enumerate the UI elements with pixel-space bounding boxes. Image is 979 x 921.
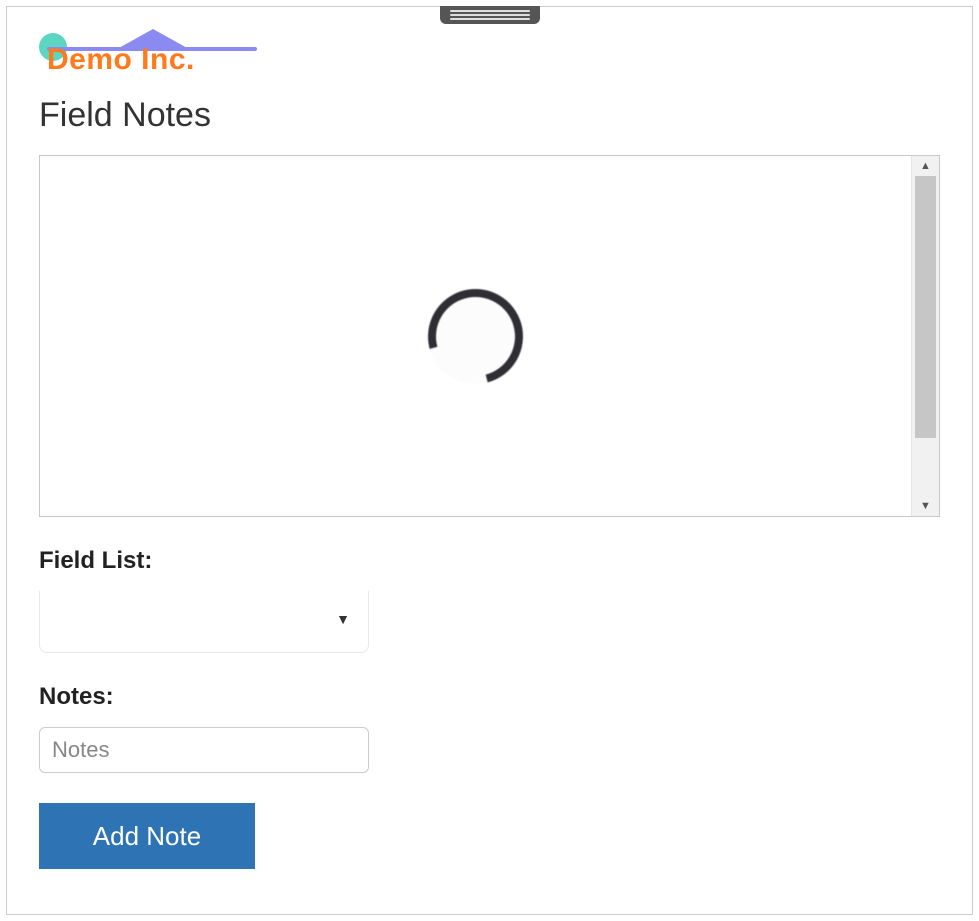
- field-list-label: Field List:: [39, 547, 940, 575]
- loading-spinner-icon: [411, 271, 541, 401]
- map-body[interactable]: [40, 156, 911, 516]
- drag-handle[interactable]: [440, 6, 540, 24]
- map-container: ▲ ▼: [39, 155, 940, 517]
- page-title: Field Notes: [39, 96, 940, 135]
- field-list-select[interactable]: ▼: [39, 591, 369, 653]
- content-area: Demo Inc. Field Notes ▲ ▼ Field List: ▼: [7, 7, 972, 899]
- drag-handle-line: [450, 10, 530, 12]
- scroll-up-icon[interactable]: ▲: [912, 156, 939, 176]
- notes-input[interactable]: [39, 727, 369, 773]
- scroll-thumb[interactable]: [915, 176, 936, 438]
- notes-label: Notes:: [39, 683, 940, 711]
- chevron-down-icon: ▼: [336, 610, 350, 626]
- field-list-group: Field List: ▼: [39, 547, 940, 653]
- notes-group: Notes:: [39, 683, 940, 773]
- add-note-button[interactable]: Add Note: [39, 803, 255, 869]
- add-note-button-label: Add Note: [93, 821, 201, 852]
- scroll-track[interactable]: [912, 176, 939, 496]
- main-panel: Demo Inc. Field Notes ▲ ▼ Field List: ▼: [6, 6, 973, 915]
- logo-text: Demo Inc.: [47, 43, 195, 77]
- drag-handle-line: [450, 14, 530, 16]
- map-vertical-scrollbar[interactable]: ▲ ▼: [911, 156, 939, 516]
- scroll-down-icon[interactable]: ▼: [912, 496, 939, 516]
- drag-handle-line: [450, 18, 530, 20]
